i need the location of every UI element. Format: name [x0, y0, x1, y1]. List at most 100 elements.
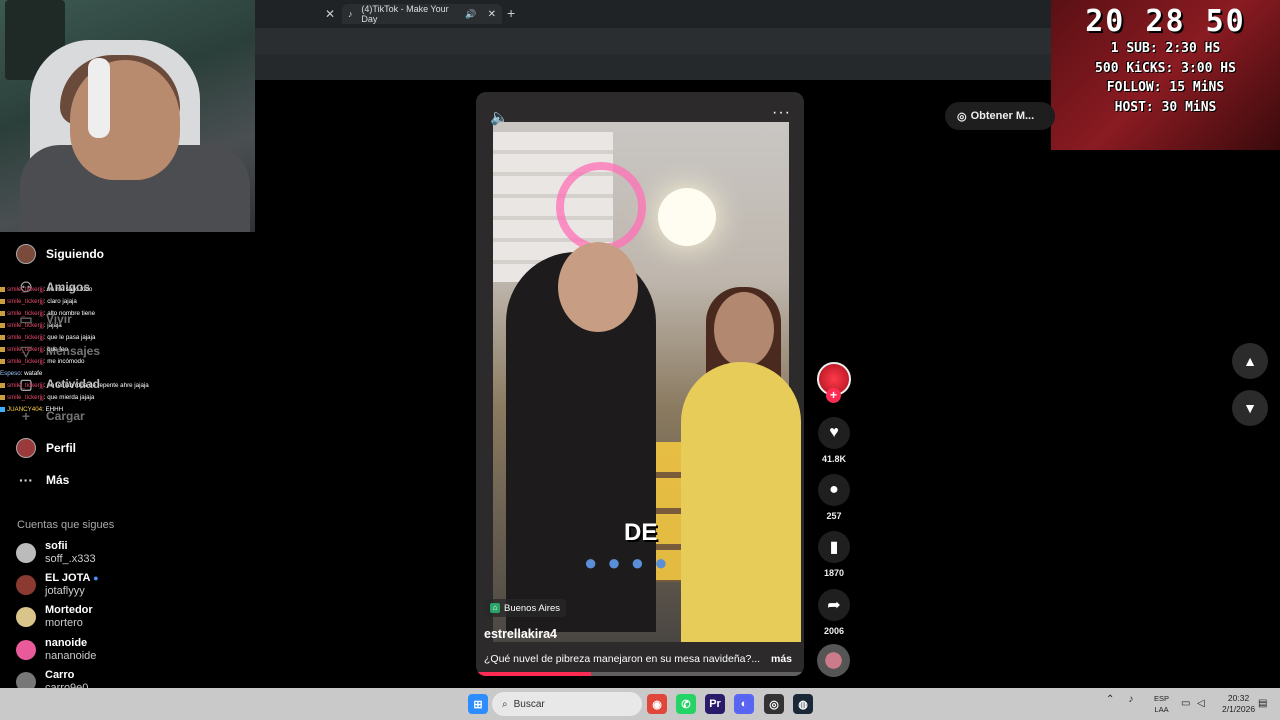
account-name: Carro [45, 669, 75, 681]
chat-message: JUANCY404: EHHH [0, 404, 200, 416]
like-button[interactable]: ♥ 41.8K [817, 417, 851, 464]
new-tab-icon[interactable]: + [507, 5, 515, 21]
account-handle: soff_.x333 [45, 553, 96, 565]
account-handle: nananoide [45, 650, 97, 662]
close-tab-icon[interactable]: ✕ [488, 9, 496, 20]
chrome-icon[interactable]: ◉ [647, 694, 667, 714]
volume-icon[interactable]: 🔈 [490, 108, 509, 126]
windows-start-icon[interactable]: ⊞ [468, 694, 488, 714]
bookmark-icon: ▮ [818, 531, 850, 563]
following-account[interactable]: nanoide nananoide [16, 637, 96, 663]
language-indicator[interactable]: ESP LAA [1154, 693, 1169, 715]
following-account[interactable]: sofii soff_.x333 [16, 540, 96, 566]
app-icon: ◎ [957, 110, 967, 123]
more-options-icon[interactable]: ··· [772, 104, 791, 122]
streamer-face [70, 60, 180, 180]
webcam-overlay [0, 0, 255, 232]
comment-count: 257 [826, 511, 842, 521]
cap-emoji-icon: ● [93, 573, 99, 583]
comment-button[interactable]: ● 257 [817, 474, 851, 521]
clock-date: 2/1/2026 [1222, 704, 1256, 714]
obs-icon[interactable]: ◎ [764, 694, 784, 714]
following-account[interactable]: Mortedor mortero [16, 604, 93, 630]
goal-counter: 20 28 50 [1085, 4, 1246, 39]
share-button[interactable]: ➦ 2006 [817, 589, 851, 636]
sidebar-item-label: Siguiendo [46, 247, 104, 261]
lang-layout: LAA [1154, 705, 1169, 714]
chevron-down-icon: ▼ [1243, 400, 1257, 416]
share-count: 2006 [823, 626, 845, 636]
chat-message: smile_tickerjjj: me incómodo [0, 356, 200, 368]
lang-code: ESP [1154, 694, 1170, 703]
account-handle: mortero [45, 617, 83, 629]
profile-icon [16, 438, 36, 458]
previous-video-button[interactable]: ▲ [1232, 343, 1268, 379]
chevron-up-icon[interactable]: ⌃ [1106, 694, 1114, 705]
music-disc-icon[interactable] [817, 644, 850, 677]
account-name: Mortedor [45, 604, 93, 616]
network-icon[interactable]: ▭ [1181, 698, 1190, 709]
windows-taskbar: ⊞ ⌕ Buscar ◉ ✆ Pr ◐ ◎ ◍ ⌃ ♪ ESP LAA ▭ ◁ … [0, 688, 1280, 720]
get-app-button[interactable]: ◎ Obtener M... [945, 102, 1055, 130]
chat-message: smile_tickerjjj: alto nombre tiene [0, 308, 200, 320]
video-author[interactable]: estrellakira4 [484, 627, 557, 641]
sidebar-item-mas[interactable]: ··· Más [16, 470, 69, 490]
whatsapp-icon[interactable]: ✆ [676, 694, 696, 714]
video-man-head [558, 242, 638, 332]
steam-icon[interactable]: ◍ [793, 694, 813, 714]
follow-plus-icon[interactable]: + [826, 388, 841, 403]
speaking-emoji-icons: ● ● ● ● [584, 550, 670, 575]
more-icon: ··· [19, 472, 33, 488]
comment-icon: ● [818, 474, 850, 506]
tab-tiktok[interactable]: ♪ (4)TikTok - Make Your Day 🔊 ✕ [342, 4, 502, 24]
video-description: ¿Qué nuvel de pibreza manejaron en su me… [484, 653, 761, 665]
video-woman-head [714, 292, 774, 367]
microphone-icon[interactable]: ♪ [1128, 694, 1133, 705]
goal-line: FOLLOW: 15 MiNS [1106, 80, 1225, 95]
next-video-button[interactable]: ▼ [1232, 390, 1268, 426]
description-more-link[interactable]: más [771, 653, 792, 665]
chat-message: smile_tickerjjj: no tenían ropa de repen… [0, 380, 200, 392]
video-player[interactable]: 🔈 ··· DE ● ● ● ● ⌂ Buenos Aires estrella… [476, 92, 804, 676]
sidebar-item-label: Perfil [46, 441, 77, 455]
stream-goals-overlay: 20 28 50 1 SUB: 2:30 HS 500 KiCKS: 3:00 … [1051, 0, 1280, 150]
chat-message: smile_tickerjjj: que le pasa jajaja [0, 332, 200, 344]
goal-line: HOST: 30 MiNS [1114, 99, 1217, 115]
video-effect [556, 162, 646, 252]
save-count: 1870 [823, 568, 845, 578]
search-icon: ⌕ [502, 698, 508, 710]
goal-line: 500 KiCKS: 3:00 HS [1095, 60, 1236, 76]
discord-icon[interactable]: ◐ [734, 694, 754, 714]
avatar [16, 575, 36, 595]
account-name: sofii [45, 540, 68, 552]
avatar [16, 543, 36, 563]
sidebar-item-perfil[interactable]: Perfil [16, 438, 76, 458]
sidebar-item-siguiendo[interactable]: Siguiendo [16, 244, 104, 264]
video-lamp [658, 188, 716, 246]
video-caption: DE [624, 519, 658, 546]
share-icon: ➦ [818, 589, 850, 621]
save-button[interactable]: ▮ 1870 [817, 531, 851, 578]
clock[interactable]: 20:32 2/1/2026 [1222, 693, 1255, 715]
audio-icon[interactable]: 🔊 [465, 9, 476, 20]
account-handle: jotaflyyy [45, 585, 85, 597]
following-account[interactable]: EL JOTA ● jotaflyyy [16, 572, 99, 598]
tiktok-icon: ♪ [348, 8, 353, 19]
avatar [16, 640, 36, 660]
taskbar-search[interactable]: ⌕ Buscar [492, 692, 642, 716]
close-tab-icon[interactable]: ✕ [325, 7, 335, 21]
video-progress-bar[interactable] [476, 672, 804, 676]
account-name: EL JOTA ● [45, 572, 99, 584]
goal-line: 1 SUB: 2:30 HS [1110, 41, 1221, 56]
headset [88, 58, 110, 138]
chat-message: smile_tickerjjj: que mierda jajaja [0, 392, 200, 404]
location-tag[interactable]: ⌂ Buenos Aires [484, 599, 566, 617]
following-section-title: Cuentas que sigues [17, 519, 115, 531]
premiere-icon[interactable]: Pr [705, 694, 725, 714]
notification-icon[interactable]: ▤ [1258, 698, 1267, 709]
get-app-label: Obtener M... [970, 110, 1035, 122]
chat-message: smile_tickerjjj: claro jajaja [0, 296, 200, 308]
speaker-icon[interactable]: ◁ [1197, 698, 1205, 709]
heart-icon: ♥ [818, 417, 850, 449]
clock-time: 20:32 [1227, 693, 1250, 703]
